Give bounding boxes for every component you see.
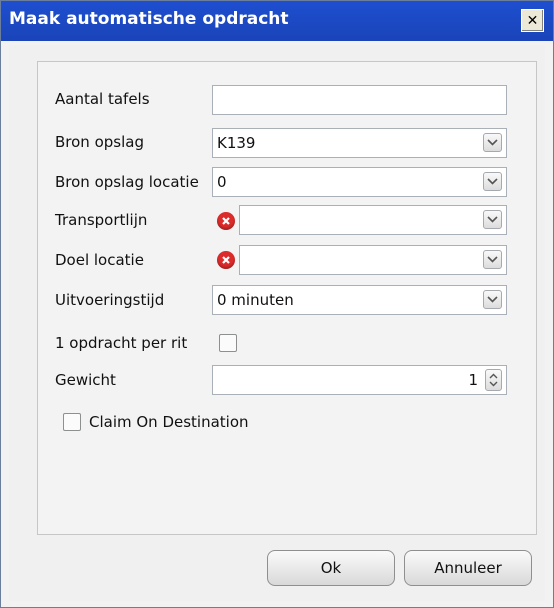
ok-button[interactable]: Ok bbox=[267, 550, 395, 586]
error-icon bbox=[217, 251, 235, 269]
close-button[interactable]: ✕ bbox=[521, 9, 544, 32]
close-icon: ✕ bbox=[526, 12, 539, 29]
transportlijn-label: Transportlijn bbox=[55, 211, 148, 229]
gewicht-spinner[interactable] bbox=[485, 369, 502, 391]
gewicht-label: Gewicht bbox=[55, 371, 116, 389]
chevron-down-icon bbox=[487, 178, 498, 185]
bron-opslag-locatie-dropdown-button[interactable] bbox=[483, 172, 502, 191]
window-title: Maak automatische opdracht bbox=[9, 9, 289, 29]
aantal-tafels-input[interactable] bbox=[212, 85, 507, 115]
doel-locatie-select[interactable] bbox=[239, 245, 507, 275]
uitvoeringstijd-select[interactable]: 0 minuten bbox=[212, 285, 507, 315]
title-bar[interactable]: Maak automatische opdracht ✕ bbox=[1, 1, 553, 41]
bron-opslag-locatie-label: Bron opslag locatie bbox=[55, 173, 199, 191]
claim-on-destination-label[interactable]: Claim On Destination bbox=[89, 413, 249, 431]
spin-up-icon bbox=[489, 373, 498, 379]
bron-opslag-dropdown-button[interactable] bbox=[483, 133, 502, 152]
claim-on-destination-checkbox[interactable] bbox=[63, 413, 81, 431]
gewicht-spinbox[interactable]: 1 bbox=[212, 365, 507, 395]
chevron-down-icon bbox=[487, 296, 498, 303]
chevron-down-icon bbox=[487, 216, 498, 223]
uitvoeringstijd-dropdown-button[interactable] bbox=[483, 290, 502, 309]
error-icon bbox=[217, 212, 235, 230]
gewicht-value: 1 bbox=[468, 371, 478, 389]
uitvoeringstijd-label: Uitvoeringstijd bbox=[55, 291, 165, 309]
bron-opslag-locatie-value: 0 bbox=[217, 173, 227, 191]
spin-down-icon bbox=[489, 381, 498, 387]
bron-opslag-label: Bron opslag bbox=[55, 133, 144, 151]
transportlijn-dropdown-button[interactable] bbox=[483, 210, 502, 229]
opdracht-per-rit-checkbox[interactable] bbox=[219, 334, 237, 352]
transportlijn-select[interactable] bbox=[239, 205, 507, 235]
bron-opslag-locatie-select[interactable]: 0 bbox=[212, 167, 507, 197]
opdracht-per-rit-label: 1 opdracht per rit bbox=[55, 334, 188, 352]
doel-locatie-label: Doel locatie bbox=[55, 251, 144, 269]
uitvoeringstijd-value: 0 minuten bbox=[217, 291, 294, 309]
dialog-window: Maak automatische opdracht ✕ Aantal tafe… bbox=[0, 0, 554, 608]
chevron-down-icon bbox=[487, 139, 498, 146]
cancel-button[interactable]: Annuleer bbox=[404, 550, 532, 586]
bron-opslag-select[interactable]: K139 bbox=[212, 128, 507, 158]
bron-opslag-value: K139 bbox=[217, 134, 256, 152]
aantal-tafels-label: Aantal tafels bbox=[55, 90, 150, 108]
doel-locatie-dropdown-button[interactable] bbox=[483, 250, 502, 269]
chevron-down-icon bbox=[487, 256, 498, 263]
